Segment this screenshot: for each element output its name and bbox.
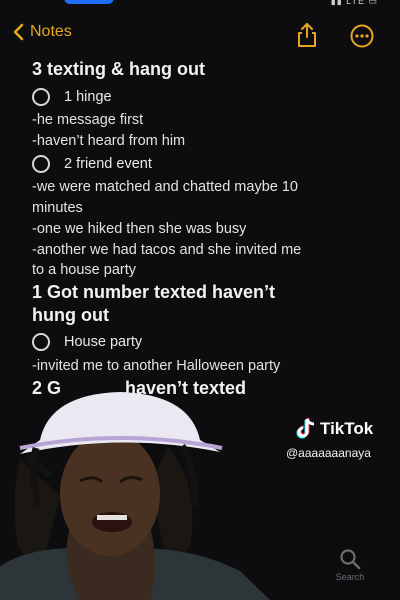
person-video-overlay	[0, 392, 270, 600]
tiktok-brand: TikTok	[320, 419, 374, 438]
note-line: -he message first	[32, 112, 144, 128]
back-label: Notes	[30, 23, 72, 40]
status-pill	[64, 0, 114, 4]
search-label: Search	[335, 572, 365, 582]
note-line: minutes	[32, 200, 83, 216]
checkbox-circle-icon[interactable]	[32, 155, 50, 173]
note-line: -another we had tacos and she invited me	[32, 242, 302, 258]
chevron-left-icon	[13, 23, 24, 41]
creator-handle: @aaaaaaanaya	[286, 446, 371, 460]
checklist-item[interactable]: 1 hinge	[32, 88, 112, 106]
note-line: -invited me to another Halloween party	[32, 358, 281, 374]
checklist-label: 2 friend event	[64, 156, 152, 172]
tiktok-watermark: TikTok	[296, 418, 373, 440]
checklist-item[interactable]: House party	[32, 333, 142, 351]
note-line: to a house party	[32, 262, 136, 278]
section-heading: 3 texting & hang out	[32, 59, 205, 79]
note-line: -haven’t heard from him	[32, 133, 186, 149]
checklist-label: House party	[64, 334, 143, 350]
checkbox-circle-icon[interactable]	[32, 88, 50, 106]
section-heading: 1 Got number texted haven’t	[32, 282, 276, 302]
status-icons: ▮▮ LTE ▭	[330, 0, 378, 6]
section-heading: hung out	[32, 305, 109, 325]
search-tab[interactable]: Search	[330, 548, 370, 582]
checklist-item[interactable]: 2 friend event	[32, 155, 152, 173]
note-line: -one we hiked then she was busy	[32, 221, 247, 237]
note-line: -we were matched and chatted maybe 10	[32, 179, 298, 195]
nav-bar: Notes	[0, 18, 400, 52]
more-icon[interactable]	[350, 24, 374, 48]
status-bar: ▮▮ LTE ▭	[0, 0, 400, 8]
search-icon	[340, 549, 361, 570]
checkbox-circle-icon[interactable]	[32, 333, 50, 351]
tiktok-logo-icon	[296, 418, 315, 439]
share-icon[interactable]	[296, 22, 318, 48]
checklist-label: 1 hinge	[64, 89, 112, 105]
back-button[interactable]: Notes	[12, 23, 72, 41]
